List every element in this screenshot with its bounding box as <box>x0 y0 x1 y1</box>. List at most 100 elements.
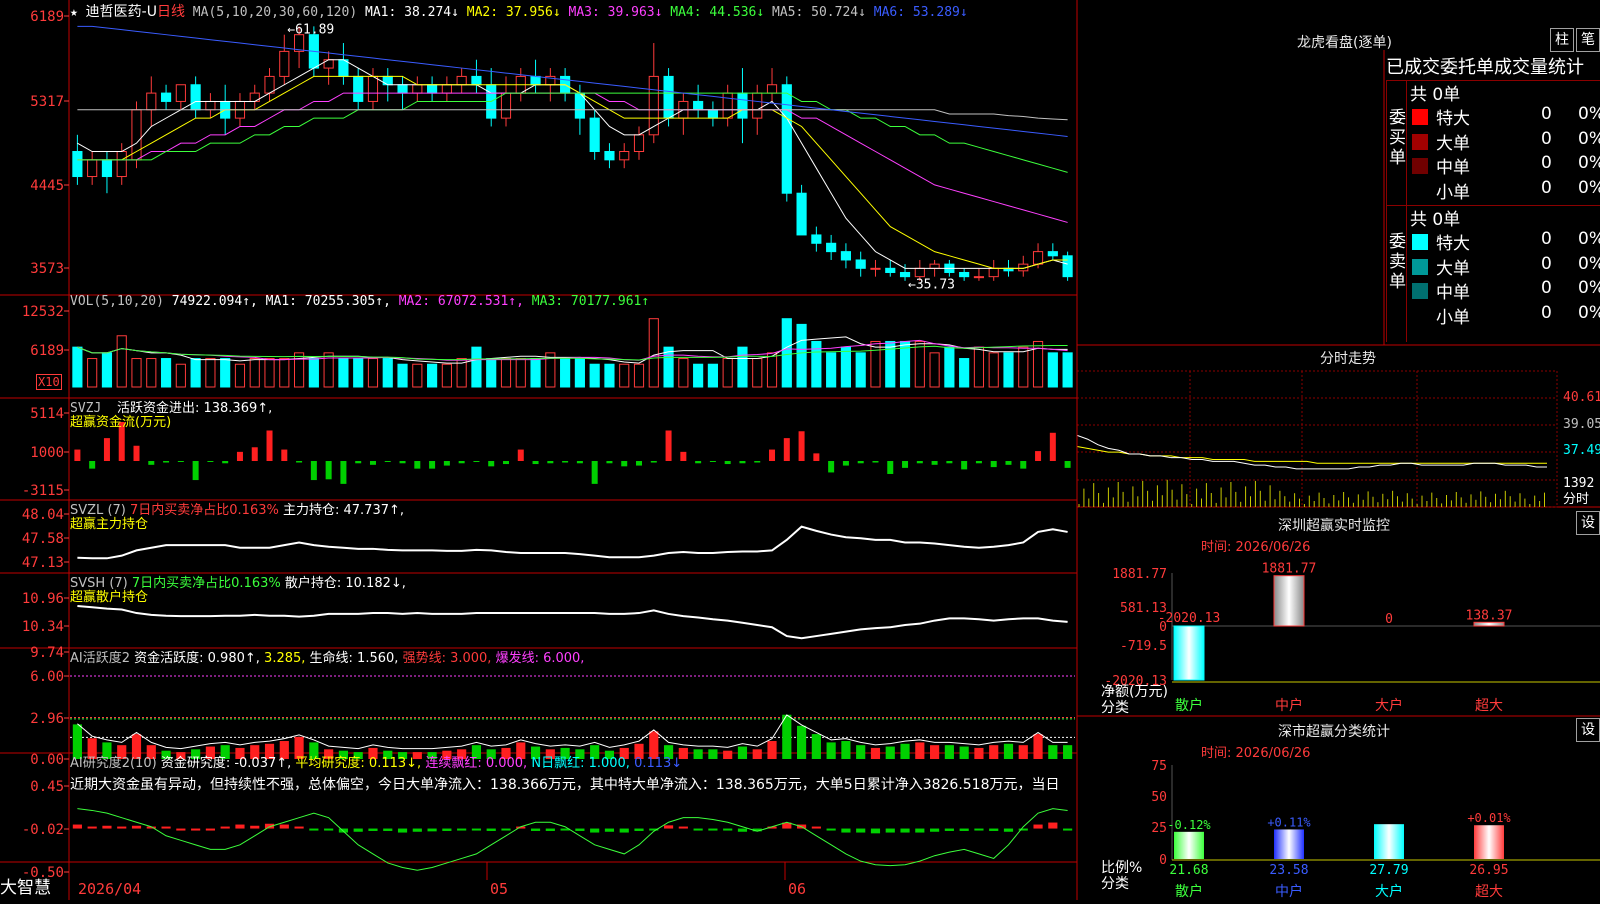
volume-bar <box>279 358 290 388</box>
vol-unit-badge[interactable]: X10 <box>36 374 62 390</box>
sz-value-label: 1881.77 <box>1262 562 1317 577</box>
svzj-bar <box>310 461 317 481</box>
ai-res-bar <box>530 828 541 831</box>
candle-body <box>604 151 615 161</box>
ai-res-text: 资金研究度: -0.037↑, <box>160 756 292 771</box>
ai-act-bar <box>708 749 718 759</box>
svzj-bar <box>798 431 805 461</box>
volume-bar <box>308 358 319 388</box>
candle <box>619 143 630 169</box>
ai-res-header: AI研究度2(10) 资金研究度: -0.037↑, 平均研究度: 0.113↓… <box>70 752 682 771</box>
volume-bar <box>781 318 792 388</box>
favorite-star-icon[interactable]: ★ <box>70 5 78 20</box>
stock-name[interactable]: 迪哲医药-U <box>86 4 157 20</box>
svzj-bar <box>650 461 657 463</box>
candle <box>811 226 822 252</box>
sz-value-label: 0 <box>1385 612 1393 627</box>
svzj-bar <box>1035 451 1042 461</box>
ai-res-bar <box>131 825 142 829</box>
ai-res-bar <box>959 828 969 831</box>
ai-res-bar <box>811 826 821 829</box>
intraday-price-line <box>1077 434 1547 470</box>
sell-total: 共 0单 <box>1410 210 1461 230</box>
candle <box>722 84 733 127</box>
candle-body <box>87 159 98 178</box>
svzj-bar <box>414 461 421 469</box>
svzj-bar <box>931 461 938 465</box>
ai-act-bar <box>1003 743 1014 759</box>
vol-ma2-value: MA2: 67072.531↑, <box>390 294 524 309</box>
stat-category-label: 大户 <box>1375 883 1403 900</box>
candle-body <box>1032 251 1044 265</box>
price-axis-tick: 4445 <box>30 178 64 194</box>
brand-logo[interactable]: 大智慧 <box>0 877 68 900</box>
ma4-value: MA4: 44.536↓ <box>662 5 765 20</box>
volume-bar <box>737 346 748 388</box>
svzj-bar <box>946 461 953 464</box>
period-label[interactable]: 日线 <box>157 4 185 20</box>
candle-body <box>633 134 645 152</box>
volume-bar <box>722 358 733 388</box>
svzj-bar <box>857 461 864 464</box>
svzj-bar <box>369 461 376 465</box>
volume-bar <box>1018 346 1029 388</box>
svzj-bar <box>606 461 613 464</box>
ma-params: MA(5,10,20,30,60,120) <box>192 5 358 20</box>
buy-row-pct: 0% <box>1578 177 1600 198</box>
bar-mode-button[interactable]: 柱 <box>1550 28 1574 52</box>
svzj-axis-tick: 1000 <box>30 445 64 461</box>
volume-bar <box>87 358 98 388</box>
candle-body <box>500 92 512 119</box>
svzj-bar <box>89 461 96 469</box>
candle <box>456 68 467 94</box>
sz-monitor-settings-button[interactable]: 设 <box>1576 511 1600 535</box>
line-mode-button[interactable]: 笔 <box>1576 28 1600 52</box>
svzl-text2: 主力持仓: 47.737↑, <box>282 503 405 518</box>
sell-row-color-swatch <box>1412 234 1428 250</box>
ai-res-axis-tick: 0.45 <box>30 779 64 795</box>
ai-act-bar <box>930 745 940 759</box>
sell-row-pct: 0% <box>1578 253 1600 274</box>
svzj-bar <box>473 461 480 462</box>
ai-act-text: 资金活跃度: 0.980↑, <box>134 651 260 666</box>
svzl-axis-tick: 48.04 <box>22 507 64 523</box>
candle <box>146 76 157 127</box>
svzj-bar <box>990 461 997 468</box>
vol-axis-tick: 6189 <box>30 343 64 359</box>
ai-res-bar <box>471 828 482 831</box>
ai-res-bar <box>368 828 378 831</box>
ma6-line <box>77 25 1068 137</box>
sz-monitor-time: 时间: 2026/06/26 <box>1201 540 1311 555</box>
stat-settings-button[interactable]: 设 <box>1576 718 1600 742</box>
volume-bar <box>116 335 127 388</box>
candle <box>190 76 201 119</box>
volume-bar <box>663 346 674 388</box>
candle-body <box>412 84 423 94</box>
svsh-text1: 7日内买卖净占比0.163% <box>131 576 281 591</box>
volume-bar <box>826 352 837 388</box>
svzl-axis-tick: 47.58 <box>22 531 64 547</box>
ai-act-bar <box>974 747 984 759</box>
ai-res-bar <box>693 828 703 831</box>
candle-body <box>693 100 704 111</box>
ai-res-bar <box>944 828 954 831</box>
volume-bar <box>796 323 807 388</box>
svzj-bar <box>724 461 731 465</box>
intraday-frame <box>1077 370 1558 508</box>
candle <box>338 43 349 85</box>
volume-bar <box>412 363 423 388</box>
sz-category-label: 超大 <box>1475 698 1503 714</box>
candle-body <box>190 84 201 111</box>
ai-res-red1: 连续飘红: 0.000, <box>425 756 528 771</box>
candle-body <box>205 100 216 111</box>
stat-change-label: -0.12% <box>1167 818 1211 832</box>
svzj-bar <box>636 461 643 466</box>
svzj-bar <box>429 461 436 469</box>
sz-monitor-xlabel: 分类 <box>1101 700 1129 716</box>
ai-res-bar <box>324 828 334 831</box>
svzj-bar <box>887 461 894 474</box>
volume-bar <box>160 358 172 388</box>
x-date-label: 05 <box>490 880 508 898</box>
volume-bar <box>604 363 615 388</box>
volume-bar <box>1047 352 1058 388</box>
